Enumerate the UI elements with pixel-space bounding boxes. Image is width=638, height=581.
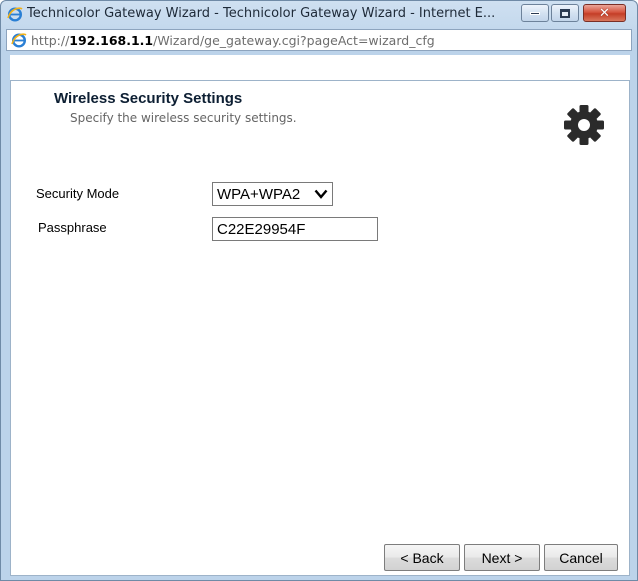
content-header-area <box>10 55 630 81</box>
ie-page-icon <box>11 33 27 48</box>
url-path: /Wizard/ge_gateway.cgi?pageAct=wizard_cf… <box>153 33 435 48</box>
title-bar[interactable]: Technicolor Gateway Wizard - Technicolor… <box>1 1 637 27</box>
url-host: 192.168.1.1 <box>69 33 154 48</box>
page-title: Wireless Security Settings <box>54 90 243 107</box>
next-button[interactable]: Next > <box>464 544 540 571</box>
security-mode-label: Security Mode <box>36 186 120 201</box>
passphrase-label: Passphrase <box>38 220 107 235</box>
maximize-icon <box>560 8 570 18</box>
maximize-button[interactable] <box>551 4 579 22</box>
ie-icon <box>7 7 23 22</box>
address-url: http://192.168.1.1/Wizard/ge_gateway.cgi… <box>31 33 435 48</box>
url-prefix: http:// <box>31 33 70 48</box>
close-button[interactable]: ✕ <box>583 4 626 22</box>
security-mode-value: WPA+WPA2 <box>217 186 301 203</box>
passphrase-input[interactable] <box>212 217 378 241</box>
address-bar[interactable]: http://192.168.1.1/Wizard/ge_gateway.cgi… <box>6 29 632 51</box>
window-title: Technicolor Gateway Wizard - Technicolor… <box>27 6 496 21</box>
minimize-button[interactable] <box>521 4 549 22</box>
minimize-icon <box>530 11 540 15</box>
wizard-content <box>10 80 630 576</box>
close-icon: ✕ <box>599 5 610 21</box>
cancel-button[interactable]: Cancel <box>544 544 618 571</box>
back-button[interactable]: < Back <box>384 544 460 571</box>
page-subtitle: Specify the wireless security settings. <box>70 111 297 125</box>
security-mode-select[interactable]: WPA+WPA2 <box>212 182 333 206</box>
chevron-down-icon <box>314 189 328 199</box>
gear-icon <box>564 105 604 145</box>
browser-window: Technicolor Gateway Wizard - Technicolor… <box>0 0 638 581</box>
